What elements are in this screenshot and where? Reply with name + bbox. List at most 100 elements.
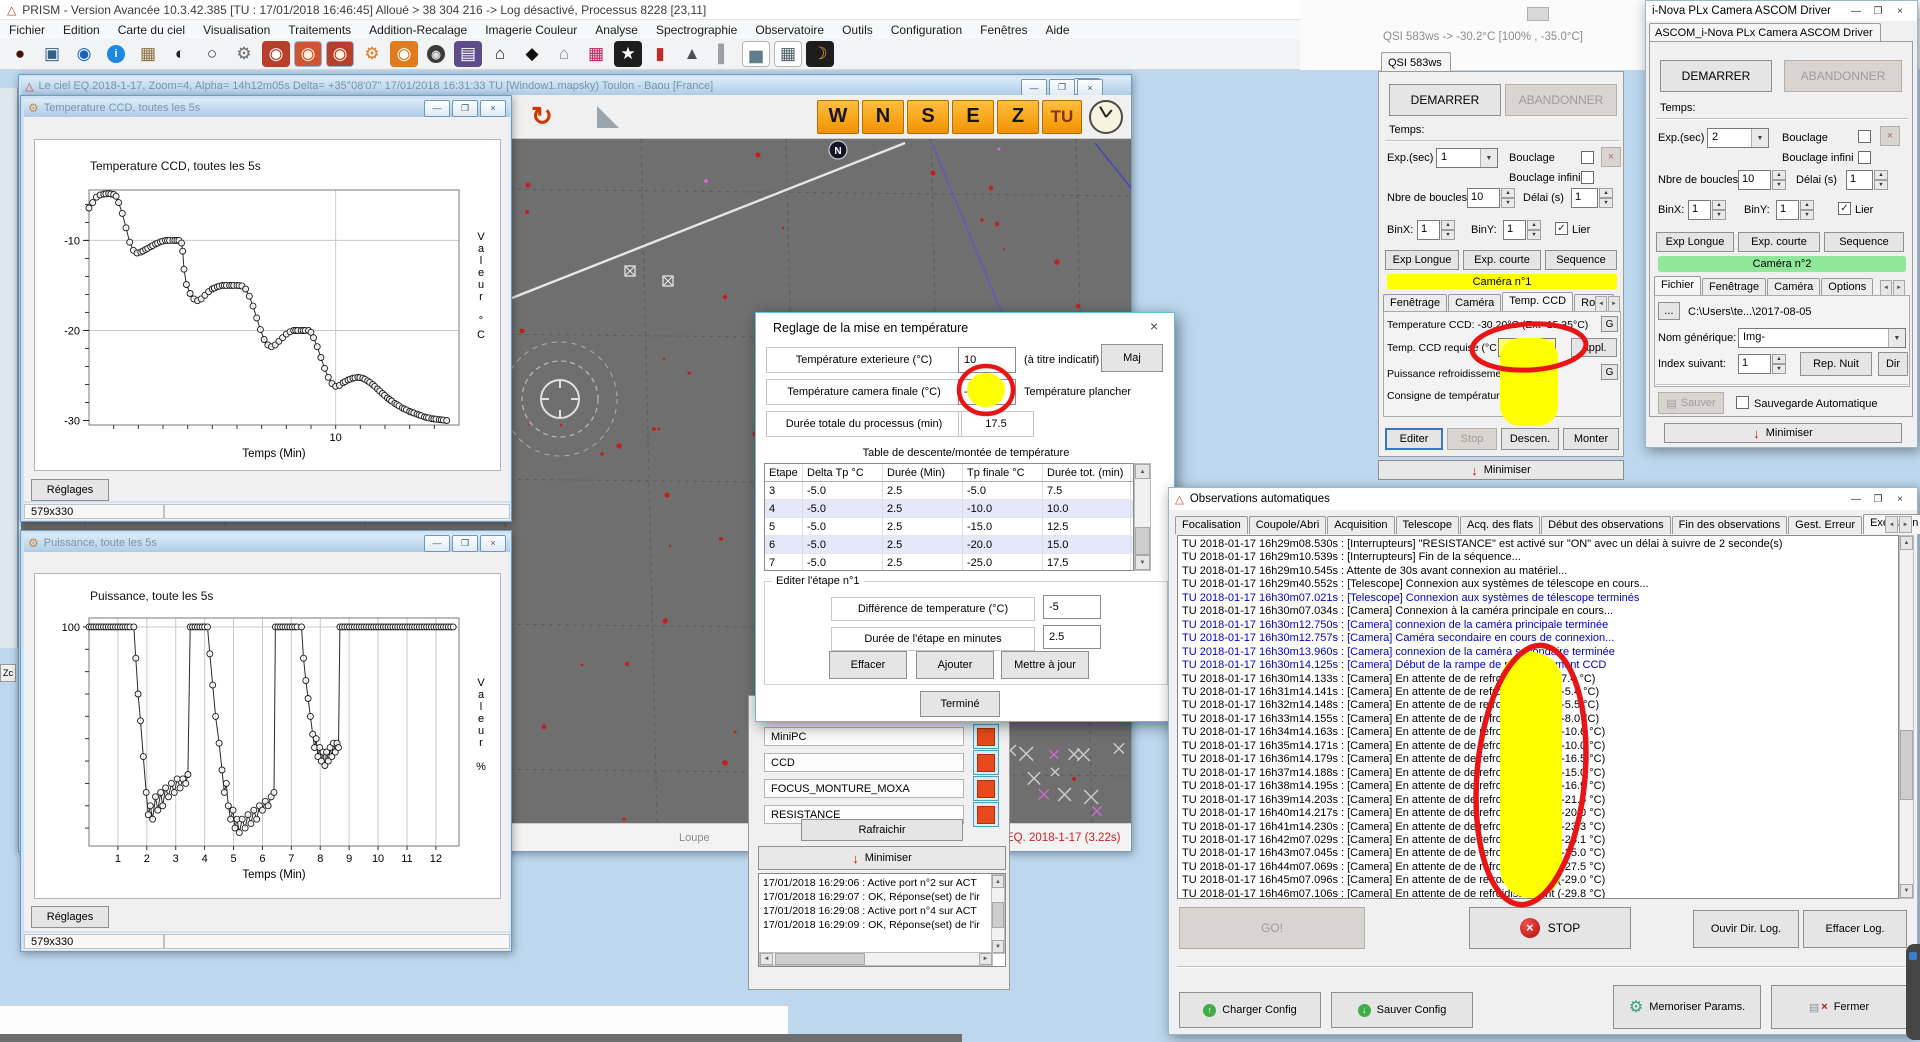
menu-item-0[interactable]: Fichier — [0, 21, 54, 39]
memorize-params-button[interactable]: ⚙Memoriser Params. — [1613, 985, 1761, 1029]
step-duration-input[interactable]: 2.5 — [1043, 625, 1101, 649]
setsquare-icon[interactable] — [597, 106, 619, 128]
inova-minimize-button[interactable]: — — [1845, 3, 1867, 19]
sky-titlebar[interactable]: △ Le ciel EQ.2018-1-17, Zoom=4, Alpha= 1… — [21, 77, 1131, 95]
switch-toggle-focus_monture_moxa[interactable] — [973, 776, 999, 801]
power-settings-button[interactable]: Réglages — [31, 906, 109, 928]
sky-minimize-button[interactable]: — — [1021, 79, 1047, 96]
menu-item-9[interactable]: Observatoire — [746, 21, 833, 39]
observations-tab-telescope[interactable]: Telescope — [1396, 516, 1460, 534]
inova-minimize-button[interactable]: ↓Minimiser — [1664, 423, 1902, 443]
qsi-minimize-button[interactable]: ↓Minimiser — [1378, 460, 1624, 480]
inova-tab-fen-trage[interactable]: Fenêtrage — [1702, 278, 1766, 296]
observations-tab-acquisition[interactable]: Acquisition — [1327, 516, 1394, 534]
observations-tab-acq-des-flats[interactable]: Acq. des flats — [1460, 516, 1540, 534]
camera-loop-icon[interactable]: ◉ — [326, 41, 354, 67]
qsi-binx-spinner[interactable]: 1▲▼ — [1417, 220, 1455, 240]
gear-orange-icon[interactable]: ⚙ — [358, 41, 386, 67]
inova-save-button[interactable]: ▤Sauver — [1658, 392, 1724, 414]
inova-sequence-button[interactable]: Sequence — [1824, 232, 1904, 252]
menu-item-10[interactable]: Outils — [833, 21, 882, 39]
observations-titlebar[interactable]: △ Observations automatiques — ❐ × — [1169, 488, 1917, 510]
ramp-row-4[interactable]: 7-5.02.5-25.017.5 — [765, 554, 1133, 571]
menu-item-5[interactable]: Addition-Recalage — [360, 21, 476, 39]
inova-tab-cam-ra[interactable]: Caméra — [1767, 278, 1820, 296]
inova-biny-spinner[interactable]: 1▲▼ — [1776, 200, 1814, 220]
observations-tab-fin-des-observations[interactable]: Fin des observations — [1672, 516, 1788, 534]
ramp-row-0[interactable]: 3-5.02.5-5.07.5 — [765, 482, 1133, 500]
switch-log-scroll-left[interactable]: ◄ — [760, 953, 773, 965]
camera-capture-icon[interactable]: ◉ — [294, 41, 322, 67]
info-icon[interactable]: i — [102, 41, 130, 67]
qsi-tab-temp-ccd[interactable]: Temp. CCD — [1502, 292, 1573, 312]
menu-item-12[interactable]: Fenêtres — [971, 21, 1036, 39]
planet-icon[interactable]: ☽ — [806, 41, 834, 67]
dome-white-icon[interactable]: ⌂ — [550, 41, 578, 67]
refresh-button[interactable]: Rafraichir — [801, 819, 963, 841]
qsi-tab-next[interactable]: ► — [1608, 296, 1620, 312]
inova-browse-button[interactable]: ... — [1658, 302, 1680, 320]
map-icon[interactable]: ▦ — [134, 41, 162, 67]
inova-autosave-checkbox[interactable] — [1736, 396, 1749, 409]
ramp-row-2[interactable]: 5-5.02.5-15.012.5 — [765, 518, 1133, 536]
ccd-device-icon[interactable]: ▮ — [646, 41, 674, 67]
compass-s-button[interactable]: S — [907, 100, 949, 134]
ramp-table[interactable]: EtapeDelta Tp °CDurée (Min)Tp finale °CD… — [764, 463, 1134, 571]
qsi-tab-fen-trage[interactable]: Fenêtrage — [1383, 294, 1447, 312]
qsi-expshort-button[interactable]: Exp. courte — [1463, 250, 1541, 270]
inova-abort-button[interactable]: ABANDONNER — [1784, 60, 1902, 92]
dome-dark-icon[interactable]: ⌂ — [486, 41, 514, 67]
obs-scroll-down[interactable]: ▼ — [1900, 884, 1913, 898]
observations-close-button[interactable]: × — [1889, 491, 1911, 507]
ext-temp-input[interactable]: 10 — [958, 347, 1016, 373]
zoom-icon[interactable]: ○ — [198, 41, 226, 67]
minimized-window-stub[interactable] — [1527, 7, 1549, 21]
switch-toggle-ccd[interactable] — [973, 750, 999, 775]
ramp-scroll-up[interactable]: ▲ — [1135, 464, 1150, 479]
qsi-tab-prev[interactable]: ◄ — [1595, 296, 1607, 312]
ramp-scroll-down[interactable]: ▼ — [1135, 555, 1150, 570]
qsi-edit-button[interactable]: Editer — [1385, 428, 1443, 450]
temp-close-button[interactable]: × — [480, 100, 506, 117]
tu-button[interactable]: TU — [1042, 100, 1082, 134]
qsi-tab-cam-ra[interactable]: Caméra — [1448, 294, 1501, 312]
switch-toggle-resistance[interactable] — [973, 802, 999, 827]
final-temp-input[interactable]: -25 — [958, 379, 1016, 405]
inova-loop-inf-checkbox[interactable] — [1858, 151, 1871, 164]
contrast-icon[interactable]: ◐ — [166, 41, 194, 67]
compass-z-button[interactable]: Z — [997, 100, 1039, 134]
inova-cancel-loop-button[interactable]: × — [1880, 126, 1900, 146]
menu-item-11[interactable]: Configuration — [882, 21, 971, 39]
menu-item-13[interactable]: Aide — [1037, 21, 1079, 39]
qsi-biny-spinner[interactable]: 1▲▼ — [1503, 220, 1541, 240]
qsi-delay-spinner[interactable]: 1▲▼ — [1571, 188, 1613, 208]
compass-e-button[interactable]: E — [952, 100, 994, 134]
power-close-button[interactable]: × — [480, 535, 506, 552]
power-restore-button[interactable]: ❐ — [452, 535, 478, 552]
power-minimize-button[interactable]: — — [424, 535, 450, 552]
inova-tab-next[interactable]: ► — [1893, 280, 1905, 296]
clear-log-button[interactable]: Effacer Log. — [1803, 910, 1907, 948]
inova-delay-spinner[interactable]: 1▲▼ — [1846, 170, 1888, 190]
pier-icon[interactable]: ▌ — [710, 41, 738, 67]
compass-n-button[interactable]: N — [862, 100, 904, 134]
observations-tab-prev[interactable]: ◄ — [1885, 516, 1898, 533]
qsi-graph1-button[interactable]: G — [1601, 316, 1618, 332]
menu-item-3[interactable]: Visualisation — [194, 21, 279, 39]
qsi-req-combo[interactable]: -35.0▼ — [1498, 338, 1556, 357]
save-icon[interactable]: ▣ — [38, 41, 66, 67]
inova-start-button[interactable]: DEMARRER — [1660, 60, 1772, 92]
observations-tab-gest-erreur[interactable]: Gest. Erreur — [1788, 516, 1862, 534]
inova-exp-combo[interactable]: 2▼ — [1707, 128, 1769, 148]
filter-wheel-icon[interactable]: ◉ — [422, 41, 450, 67]
spectro-icon[interactable]: ▤ — [454, 41, 482, 67]
clock-icon[interactable] — [1089, 100, 1123, 134]
rotate-field-icon[interactable]: ↻ — [531, 101, 553, 132]
compass-w-button[interactable]: W — [817, 100, 859, 134]
qsi-cancel-loop-button[interactable]: × — [1601, 147, 1621, 167]
inova-binx-spinner[interactable]: 1▲▼ — [1688, 200, 1726, 220]
done-button[interactable]: Terminé — [920, 691, 1000, 717]
menu-item-1[interactable]: Edition — [54, 21, 109, 39]
inova-tab[interactable]: ASCOM_i-Nova PLx Camera ASCOM Driver — [1649, 23, 1881, 41]
inova-tab-prev[interactable]: ◄ — [1880, 280, 1892, 296]
